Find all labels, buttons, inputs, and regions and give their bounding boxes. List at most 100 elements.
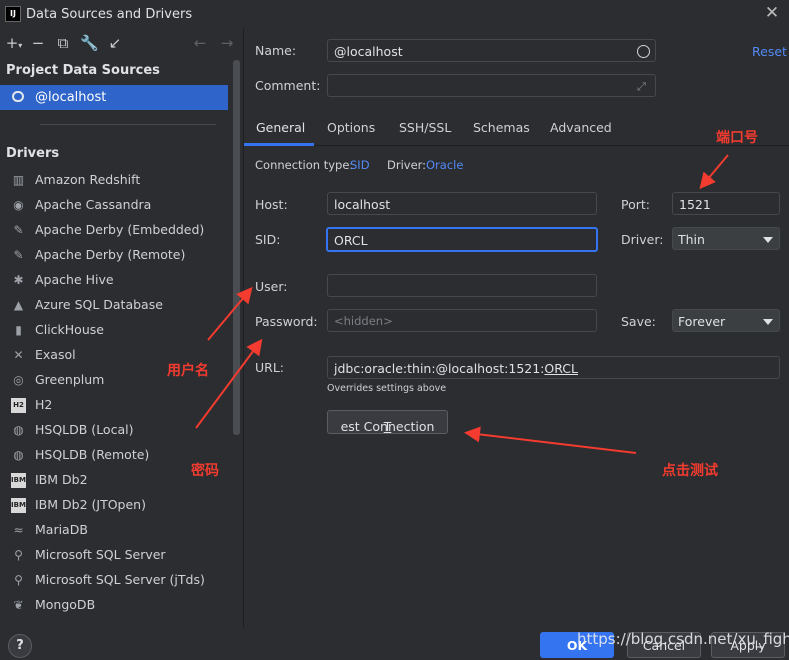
url-sid: ORCL <box>544 361 578 376</box>
driver-label: H2 <box>35 397 53 412</box>
driver-label: IBM Db2 (JTOpen) <box>35 497 146 512</box>
import-icon[interactable]: ↙ <box>106 34 124 52</box>
help-button[interactable]: ? <box>8 634 32 658</box>
driver-icon: ◎ <box>13 373 24 387</box>
close-icon[interactable]: ✕ <box>763 3 781 23</box>
save-label: Save: <box>621 314 656 329</box>
driver-label: HSQLDB (Local) <box>35 422 134 437</box>
save-select[interactable]: Forever <box>672 309 780 332</box>
name-value: @localhost <box>334 44 403 59</box>
tab-schemas[interactable]: Schemas <box>473 120 530 135</box>
annotation-password: 密码 <box>191 463 219 479</box>
driver-label: Microsoft SQL Server <box>35 547 166 562</box>
driver-icon: ◉ <box>13 198 24 212</box>
driver-label: Driver: <box>621 232 664 247</box>
host-label: Host: <box>255 197 288 212</box>
annotation-username: 用户名 <box>167 363 209 379</box>
driver-item[interactable]: ✱ Apache Hive <box>0 268 230 293</box>
driver-item[interactable]: H2 H2 <box>0 393 230 418</box>
driver-icon: ✎ <box>13 248 24 262</box>
driver-top-link[interactable]: Oracle <box>426 158 463 172</box>
host-value: localhost <box>334 197 391 212</box>
driver-icon: ▲ <box>13 298 24 312</box>
comment-field[interactable] <box>327 74 656 97</box>
driver-value: Thin <box>678 232 705 247</box>
password-placeholder: <hidden> <box>334 314 393 328</box>
chevron-down-icon <box>763 237 773 243</box>
driver-item[interactable]: ◍ HSQLDB (Local) <box>0 418 230 443</box>
url-value: jdbc:oracle:thin:@localhost:1521:ORCL <box>334 361 578 376</box>
driver-item[interactable]: ❦ MongoDB <box>0 593 230 618</box>
test-connection-button[interactable]: Test Connection <box>327 410 448 434</box>
tabs-divider <box>244 145 789 146</box>
port-field[interactable]: 1521 <box>672 192 780 215</box>
tab-general[interactable]: General <box>256 120 305 135</box>
driver-label: Azure SQL Database <box>35 297 163 312</box>
data-source-label: @localhost <box>35 90 107 105</box>
tab-advanced[interactable]: Advanced <box>550 120 612 135</box>
driver-icon: IBM <box>11 498 26 513</box>
name-label: Name: <box>255 43 297 58</box>
driver-item[interactable]: ◉ Apache Cassandra <box>0 193 230 218</box>
driver-item[interactable]: ▥ Amazon Redshift <box>0 168 230 193</box>
url-field[interactable]: jdbc:oracle:thin:@localhost:1521:ORCL <box>327 356 780 379</box>
driver-label: Apache Cassandra <box>35 197 152 212</box>
add-icon[interactable]: +▾ <box>5 34 23 52</box>
driver-label: HSQLDB (Remote) <box>35 447 150 462</box>
driver-icon: ✱ <box>13 273 24 287</box>
divider <box>40 124 216 125</box>
driver-item[interactable]: ≈ MariaDB <box>0 518 230 543</box>
color-circle-icon[interactable] <box>637 45 650 58</box>
tab-ssh-ssl[interactable]: SSH/SSL <box>399 120 451 135</box>
duplicate-icon[interactable]: ⧉ <box>54 34 72 52</box>
port-arrow <box>699 154 729 190</box>
driver-item[interactable]: ✎ Apache Derby (Embedded) <box>0 218 230 243</box>
driver-item[interactable]: ▲ Azure SQL Database <box>0 293 230 318</box>
driver-label: MongoDB <box>35 597 96 612</box>
password-field[interactable]: <hidden> <box>327 309 597 332</box>
remove-icon[interactable]: − <box>29 34 47 52</box>
driver-top-label: Driver: <box>387 158 427 172</box>
driver-icon: ◍ <box>13 423 24 437</box>
url-label: URL: <box>255 360 285 375</box>
annotation-test: 点击测试 <box>662 463 718 479</box>
expand-icon[interactable]: ⤢ <box>637 80 646 94</box>
driver-icon: IBM <box>11 473 26 488</box>
driver-item[interactable]: ⚲ Microsoft SQL Server <box>0 543 230 568</box>
save-value: Forever <box>678 314 726 329</box>
driver-item[interactable]: ▮ ClickHouse <box>0 318 230 343</box>
tab-selected-indicator <box>244 143 314 146</box>
driver-icon: ▥ <box>12 173 25 187</box>
user-label: User: <box>255 279 288 294</box>
driver-item[interactable]: IBM IBM Db2 (JTOpen) <box>0 493 230 518</box>
reset-link[interactable]: Reset <box>752 44 787 59</box>
driver-icon: ≈ <box>13 523 24 537</box>
connection-type-link[interactable]: SID <box>350 158 370 172</box>
driver-label: Microsoft SQL Server (jTds) <box>35 572 205 587</box>
driver-select[interactable]: Thin <box>672 227 780 250</box>
host-field[interactable]: localhost <box>327 192 597 215</box>
url-note: Overrides settings above <box>327 383 447 394</box>
driver-icon: ✎ <box>13 223 24 237</box>
driver-item[interactable]: ⚲ Microsoft SQL Server (jTds) <box>0 568 230 593</box>
driver-item[interactable]: ✎ Apache Derby (Remote) <box>0 243 230 268</box>
user-field[interactable] <box>327 274 597 297</box>
back-icon[interactable]: ← <box>191 34 209 52</box>
driver-label: Apache Derby (Remote) <box>35 247 186 262</box>
driver-label: ClickHouse <box>35 322 104 337</box>
driver-icon: ⚲ <box>14 548 23 562</box>
driver-label: Greenplum <box>35 372 105 387</box>
driver-icon: ✕ <box>13 348 24 362</box>
scrollbar[interactable] <box>233 60 240 435</box>
sid-field[interactable]: ORCL <box>326 227 598 252</box>
driver-label: MariaDB <box>35 522 88 537</box>
oracle-icon <box>12 91 24 102</box>
wrench-icon[interactable]: 🔧 <box>80 34 99 52</box>
name-field[interactable]: @localhost <box>327 39 656 62</box>
driver-label: Amazon Redshift <box>35 172 141 187</box>
tab-options[interactable]: Options <box>327 120 375 135</box>
driver-icon: ⚲ <box>14 573 23 587</box>
forward-icon[interactable]: → <box>218 34 236 52</box>
driver-icon: ❦ <box>13 598 24 612</box>
intellij-logo-icon: IJ <box>5 6 21 22</box>
